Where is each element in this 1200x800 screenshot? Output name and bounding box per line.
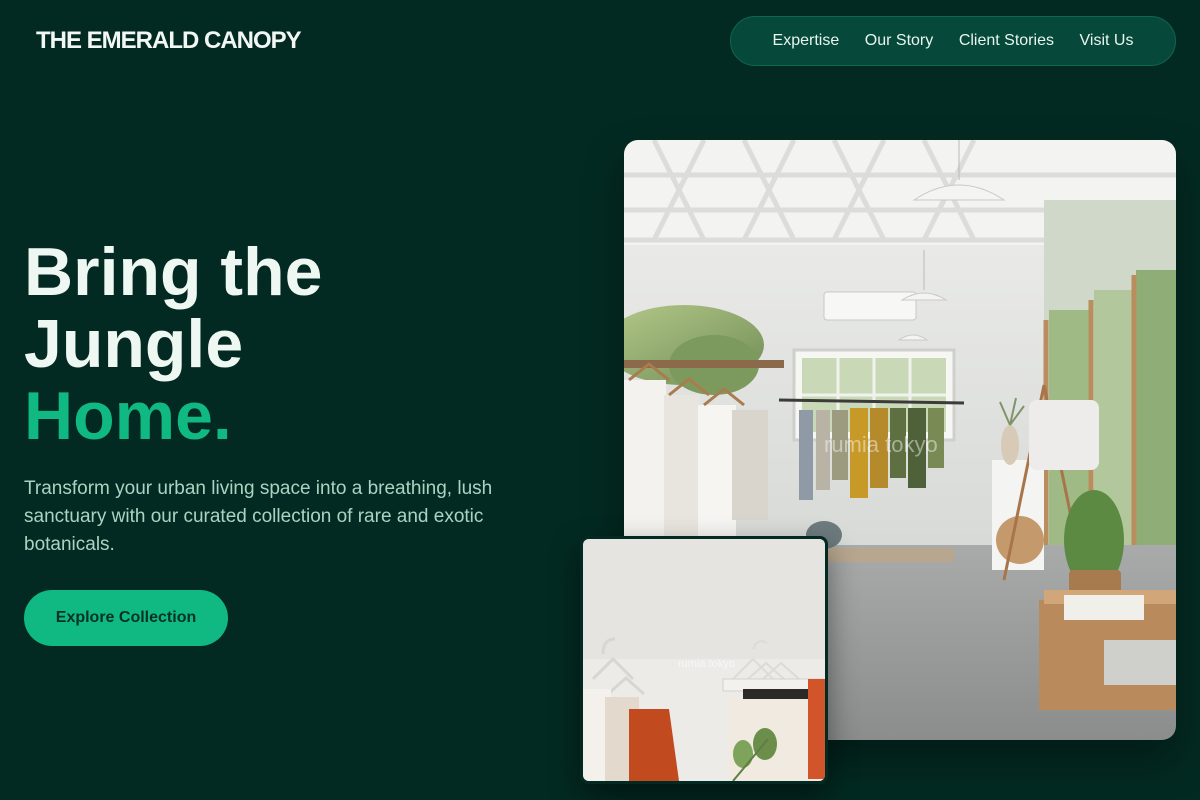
clothing-rack-illustration: rumia tokyo bbox=[583, 539, 825, 781]
main-nav: Expertise Our Story Client Stories Visit… bbox=[730, 16, 1176, 66]
hero-subtitle: Transform your urban living space into a… bbox=[24, 478, 493, 555]
nav-item-client-stories[interactable]: Client Stories bbox=[959, 32, 1054, 50]
hero-title-line-1: Bring the bbox=[24, 234, 323, 310]
hero-title-accent: Home. bbox=[24, 378, 232, 454]
main-image-watermark: rumia tokyo bbox=[824, 432, 938, 457]
brand-logo[interactable]: THE EMERALD CANOPY bbox=[36, 27, 302, 55]
hero-title-line-2: Jungle bbox=[24, 306, 244, 382]
clothing-rack-image: rumia tokyo bbox=[580, 536, 828, 784]
explore-collection-button[interactable]: Explore Collection bbox=[24, 590, 228, 646]
clothing-rack-image-inner: rumia tokyo bbox=[583, 539, 825, 781]
page: THE EMERALD CANOPY Expertise Our Story C… bbox=[0, 0, 1200, 800]
nav-item-visit-us[interactable]: Visit Us bbox=[1080, 32, 1134, 50]
nav-item-expertise[interactable]: Expertise bbox=[773, 32, 840, 50]
small-image-watermark: rumia tokyo bbox=[678, 658, 735, 670]
nav-item-our-story[interactable]: Our Story bbox=[865, 32, 933, 50]
hero-title: Bring the Jungle Home. bbox=[24, 236, 322, 452]
